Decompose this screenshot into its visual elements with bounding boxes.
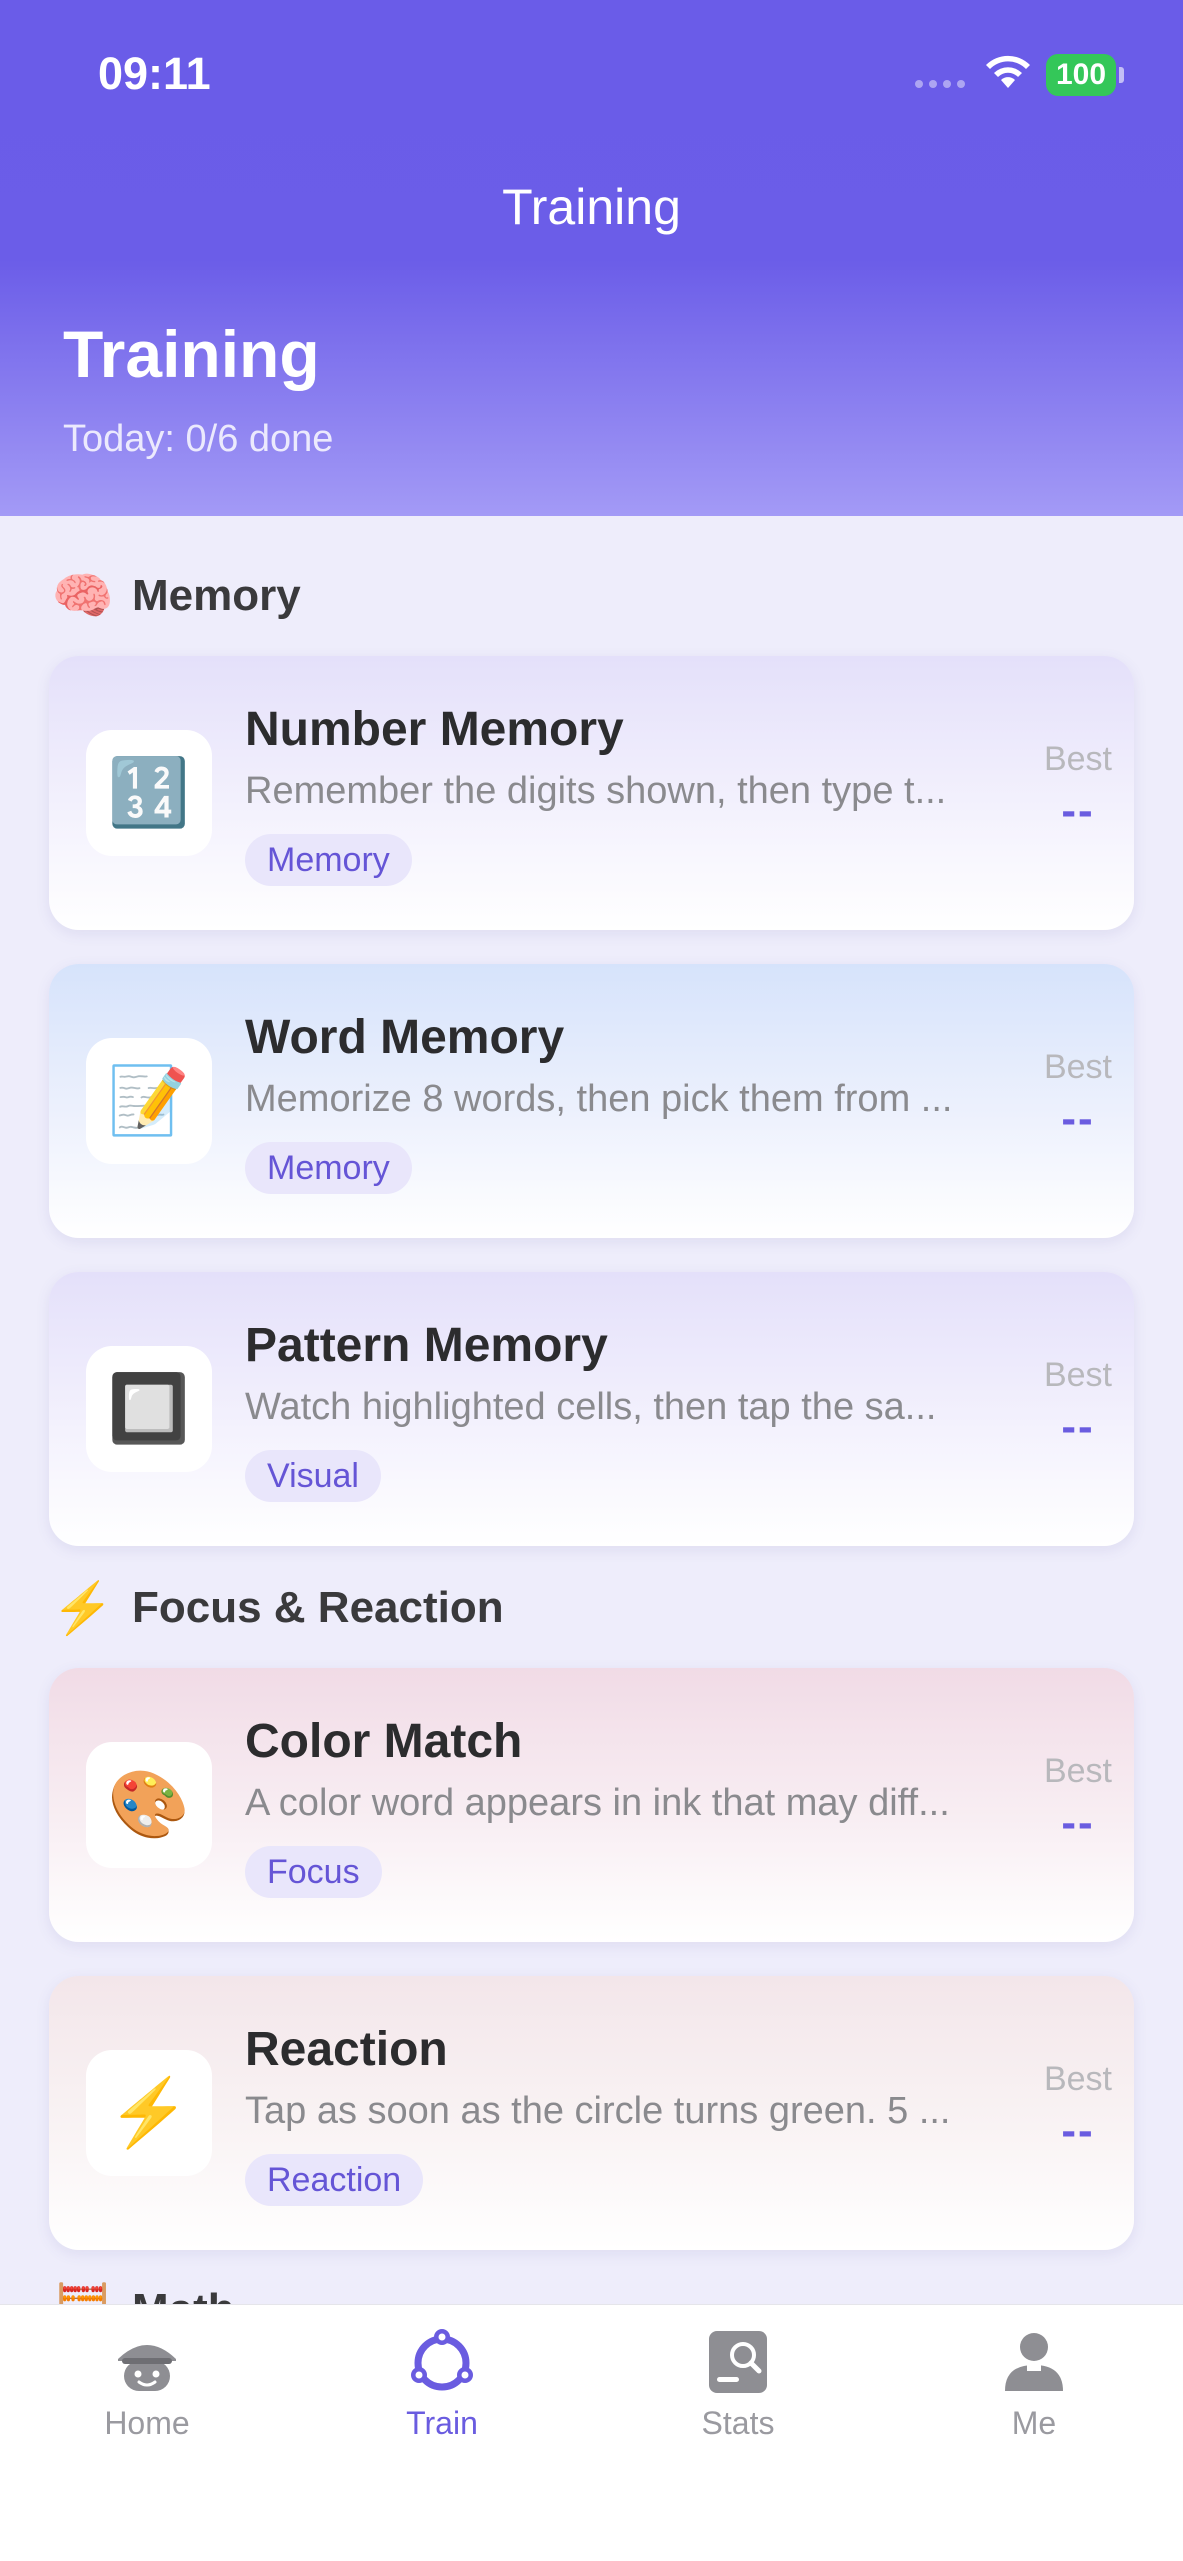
card-description: Remember the digits shown, then type t..… bbox=[245, 770, 947, 812]
number-keypad-icon: 🔢 bbox=[86, 730, 212, 856]
progress-summary: Today: 0/6 done bbox=[63, 418, 334, 460]
page-title: Training bbox=[63, 317, 320, 391]
header: 09:11 100 Training Training Today: 0/6 d… bbox=[0, 0, 1183, 516]
best-label: Best bbox=[1043, 2060, 1113, 2098]
wifi-icon bbox=[986, 55, 1030, 88]
battery-indicator: 100 bbox=[1046, 54, 1116, 96]
card-title: Pattern Memory bbox=[245, 1319, 608, 1372]
card-description: Tap as soon as the circle turns green. 5… bbox=[245, 2090, 951, 2132]
cellular-signal-icon bbox=[915, 80, 965, 88]
nav-title: Training bbox=[502, 179, 681, 235]
best-score: -- bbox=[1061, 1402, 1095, 1451]
tab-label: Train bbox=[406, 2405, 478, 2441]
tab-train[interactable]: Train bbox=[342, 2325, 542, 2442]
tab-label: Home bbox=[104, 2405, 190, 2441]
section-header-focus-reaction: ⚡ Focus & Reaction bbox=[48, 1578, 504, 1638]
category-tag: Focus bbox=[245, 1846, 382, 1898]
card-title: Word Memory bbox=[245, 1011, 565, 1064]
best-score: -- bbox=[1061, 2106, 1095, 2155]
lightning-icon: ⚡ bbox=[51, 1580, 115, 1636]
tab-me[interactable]: Me bbox=[934, 2325, 1134, 2442]
best-score: -- bbox=[1061, 1798, 1095, 1847]
category-tag: Memory bbox=[245, 1142, 412, 1194]
battery-tip bbox=[1119, 67, 1124, 83]
square-button-icon: 🔲 bbox=[86, 1346, 212, 1472]
card-description: A color word appears in ink that may dif… bbox=[245, 1782, 950, 1824]
best-score: -- bbox=[1061, 786, 1095, 835]
category-tag: Reaction bbox=[245, 2154, 424, 2206]
section-label: Memory bbox=[132, 571, 301, 620]
tab-bar: Home Train Stats Me bbox=[0, 2304, 1183, 2561]
card-color-match[interactable]: 🎨 Color Match A color word appears in in… bbox=[49, 1668, 1134, 1942]
card-description: Memorize 8 words, then pick them from ..… bbox=[245, 1078, 953, 1120]
section-label: Focus & Reaction bbox=[132, 1583, 504, 1632]
best-score: -- bbox=[1061, 1094, 1095, 1143]
category-tag: Visual bbox=[245, 1450, 381, 1502]
tab-label: Me bbox=[1011, 2405, 1057, 2441]
palette-icon: 🎨 bbox=[86, 1742, 212, 1868]
card-title: Number Memory bbox=[245, 703, 624, 756]
status-time: 09:11 bbox=[98, 48, 211, 99]
best-label: Best bbox=[1043, 740, 1113, 778]
tab-label: Stats bbox=[701, 2405, 775, 2441]
best-label: Best bbox=[1043, 1752, 1113, 1790]
card-title: Reaction bbox=[245, 2023, 448, 2076]
card-reaction[interactable]: ⚡ Reaction Tap as soon as the circle tur… bbox=[49, 1976, 1134, 2250]
memo-pencil-icon: 📝 bbox=[86, 1038, 212, 1164]
stats-icon bbox=[709, 2331, 767, 2393]
category-tag: Memory bbox=[245, 834, 412, 886]
best-label: Best bbox=[1043, 1048, 1113, 1086]
home-icon bbox=[118, 2345, 176, 2391]
card-title: Color Match bbox=[245, 1715, 523, 1768]
tab-home[interactable]: Home bbox=[47, 2325, 247, 2442]
best-label: Best bbox=[1043, 1356, 1113, 1394]
lightning-icon: ⚡ bbox=[86, 2050, 212, 2176]
tab-stats[interactable]: Stats bbox=[638, 2325, 838, 2442]
card-word-memory[interactable]: 📝 Word Memory Memorize 8 words, then pic… bbox=[49, 964, 1134, 1238]
train-icon bbox=[411, 2329, 473, 2391]
section-header-memory: 🧠 Memory bbox=[48, 566, 301, 626]
profile-icon bbox=[1005, 2333, 1063, 2391]
card-pattern-memory[interactable]: 🔲 Pattern Memory Watch highlighted cells… bbox=[49, 1272, 1134, 1546]
card-number-memory[interactable]: 🔢 Number Memory Remember the digits show… bbox=[49, 656, 1134, 930]
brain-icon: 🧠 bbox=[51, 568, 115, 624]
card-description: Watch highlighted cells, then tap the sa… bbox=[245, 1386, 937, 1428]
status-bar: 09:11 100 bbox=[0, 0, 1183, 150]
